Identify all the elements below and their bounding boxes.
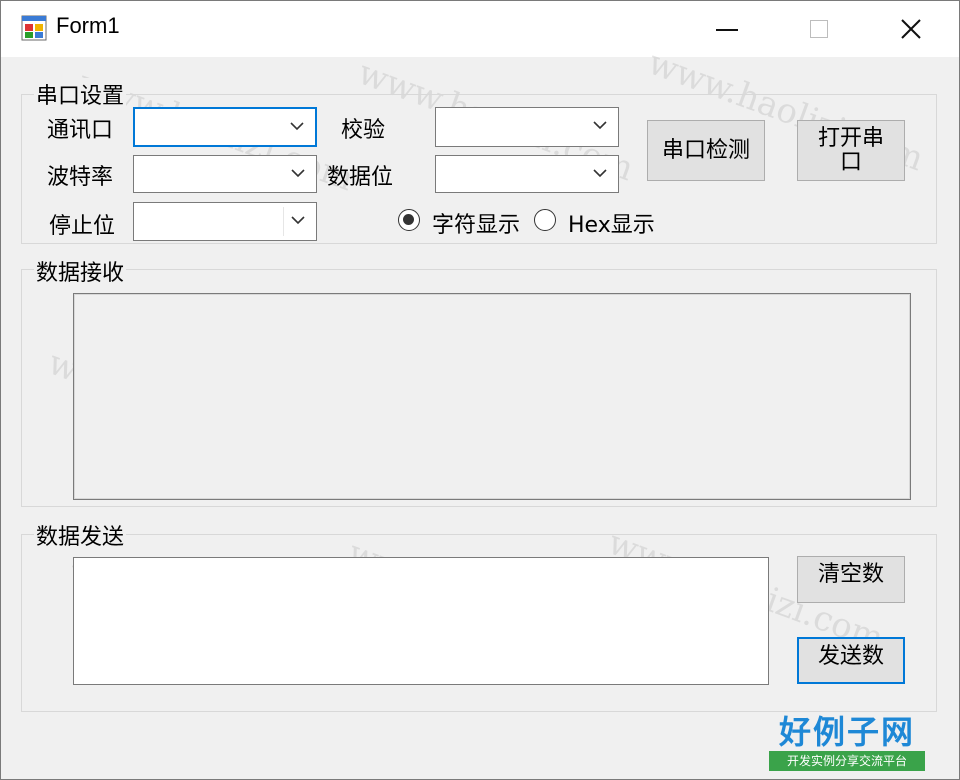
baud-rate-label: 波特率 (47, 165, 114, 190)
hex-display-radio[interactable] (534, 209, 556, 231)
chevron-down-icon (291, 216, 305, 225)
logo-main-text: 好例子网 (778, 713, 915, 751)
receive-title: 数据接收 (34, 255, 127, 287)
hex-display-label[interactable]: Hex显示 (568, 207, 655, 239)
stop-bits-select[interactable] (133, 202, 317, 241)
radio-selected-dot (403, 214, 414, 225)
data-bits-label: 数据位 (327, 165, 394, 190)
parity-label: 校验 (341, 118, 386, 143)
minimize-icon (716, 29, 738, 31)
open-port-button-line1: 打开串 (817, 125, 884, 151)
char-display-radio[interactable] (398, 209, 420, 231)
parity-select[interactable] (435, 107, 619, 147)
send-title: 数据发送 (34, 519, 127, 551)
port-select[interactable] (133, 107, 317, 147)
app-form-icon (21, 15, 47, 41)
site-logo: 好例子网 开发实例分享交流平台 (767, 707, 927, 773)
receive-textarea[interactable] (73, 293, 911, 500)
serial-settings-title: 串口设置 (34, 78, 127, 110)
send-textarea[interactable] (73, 557, 769, 685)
send-data-button[interactable]: 发送数 (797, 637, 905, 684)
app-window: Form1 www.haolizi.com www.haolizi.com ww… (0, 0, 960, 780)
chevron-down-icon (291, 169, 305, 178)
combo-separator (283, 207, 284, 236)
chevron-down-icon (593, 121, 607, 130)
open-port-button-line2: 口 (839, 149, 862, 175)
chevron-down-icon (593, 169, 607, 178)
minimize-button[interactable] (681, 1, 773, 57)
title-bar[interactable]: Form1 (1, 1, 959, 57)
close-icon (901, 19, 921, 39)
close-button[interactable] (865, 1, 957, 57)
stop-bits-label: 停止位 (49, 214, 116, 239)
logo-sub-text: 开发实例分享交流平台 (769, 751, 925, 771)
chevron-down-icon (290, 122, 304, 131)
maximize-icon (810, 20, 828, 38)
open-port-button[interactable]: 打开串 口 (797, 120, 905, 181)
clear-data-button[interactable]: 清空数 (797, 556, 905, 603)
char-display-label[interactable]: 字符显示 (432, 207, 520, 239)
detect-port-button[interactable]: 串口检测 (647, 120, 765, 181)
maximize-button[interactable] (773, 1, 865, 57)
baud-rate-select[interactable] (133, 155, 317, 193)
window-title: Form1 (56, 13, 120, 38)
data-bits-select[interactable] (435, 155, 619, 193)
port-label: 通讯口 (47, 118, 114, 143)
